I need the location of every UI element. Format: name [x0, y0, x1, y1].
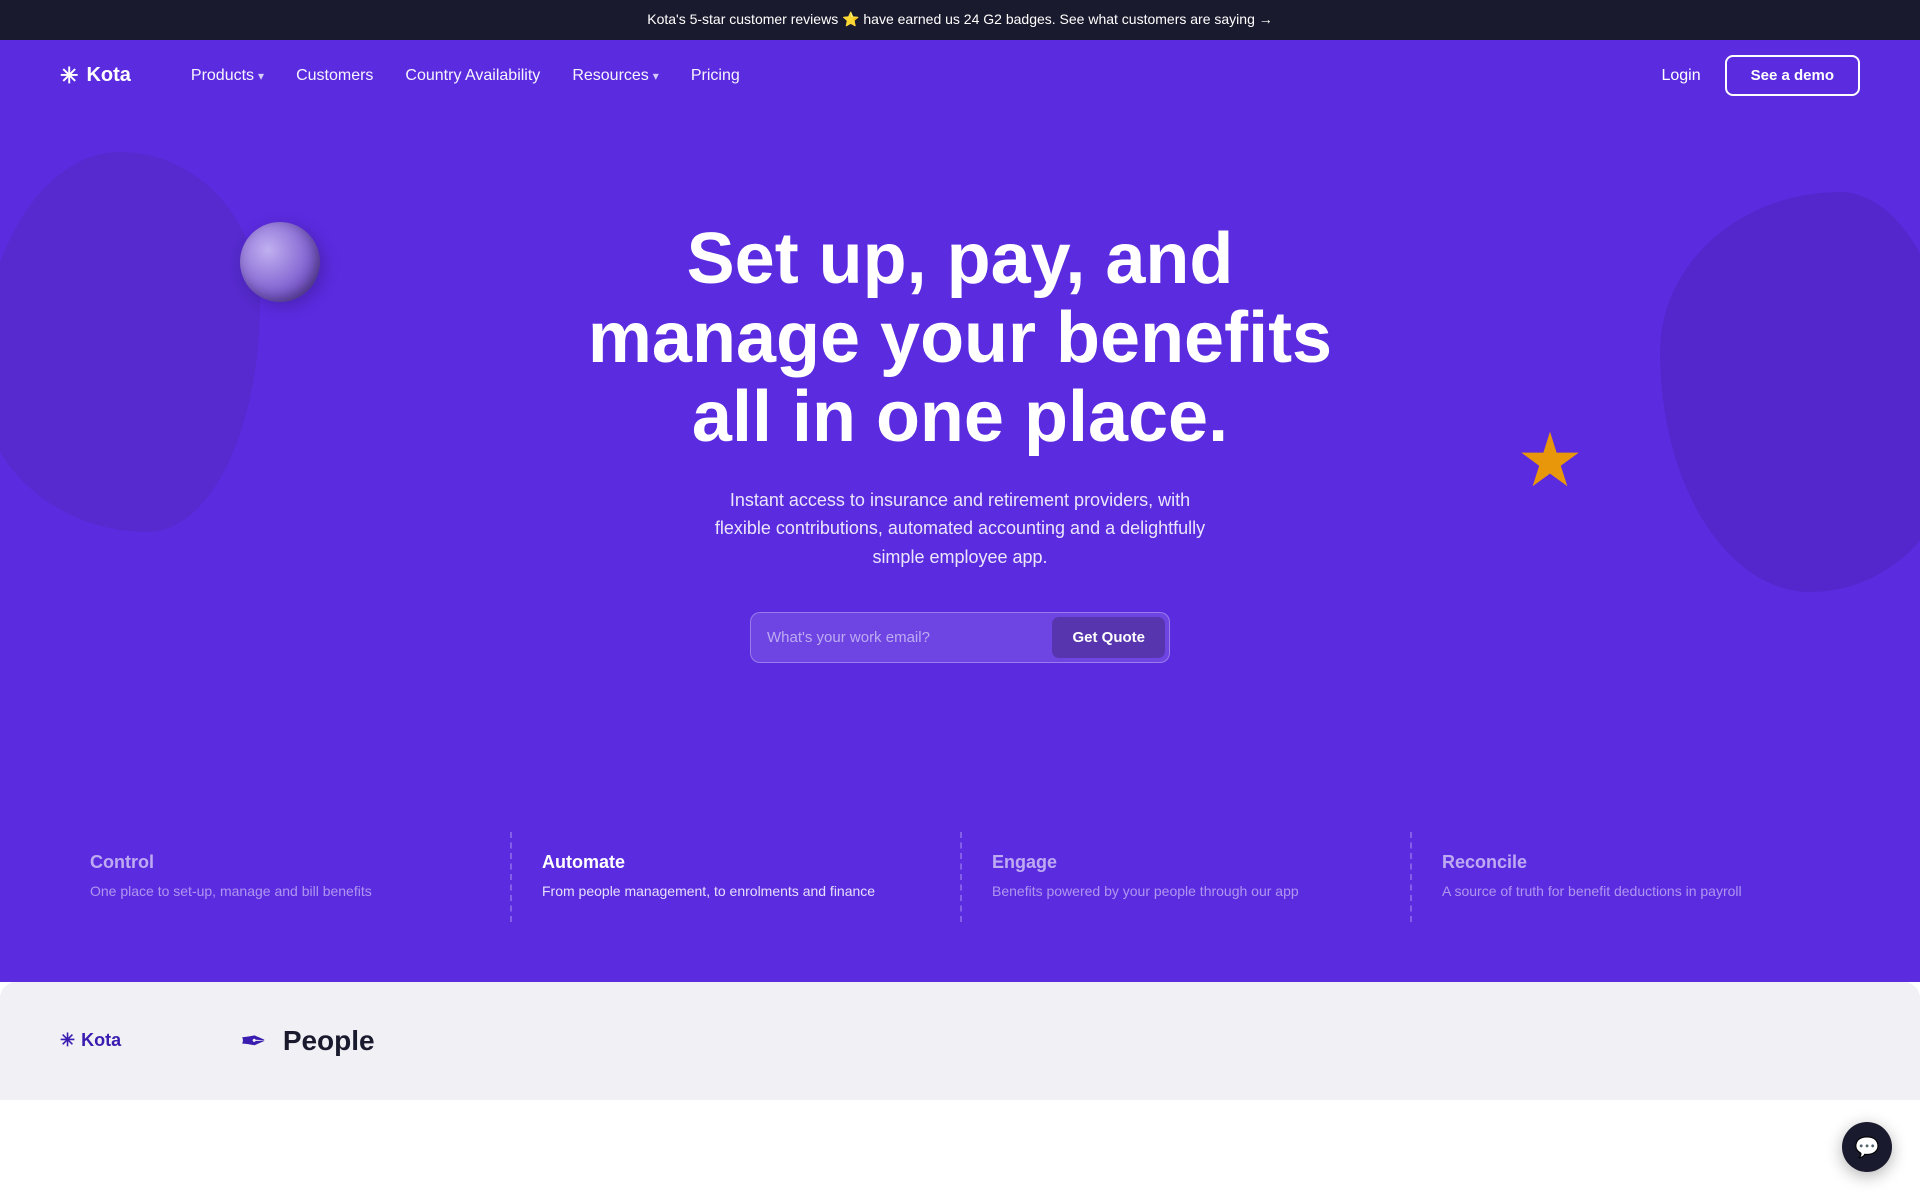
feature-reconcile-desc: A source of truth for benefit deductions…	[1442, 881, 1830, 902]
blob-right-decoration	[1660, 192, 1920, 592]
get-quote-button[interactable]: Get Quote	[1052, 617, 1165, 658]
hero-email-form: Get Quote	[750, 612, 1170, 663]
feature-automate: Automate From people management, to enro…	[510, 832, 960, 922]
feature-engage: Engage Benefits powered by your people t…	[960, 832, 1410, 922]
hero-subtitle: Instant access to insurance and retireme…	[700, 486, 1220, 572]
chevron-down-icon-resources: ▾	[653, 69, 659, 83]
bottom-logo-text: Kota	[81, 1030, 121, 1051]
announcement-text: Kota's 5-star customer reviews ⭐ have ea…	[647, 11, 1273, 27]
feature-reconcile-title: Reconcile	[1442, 852, 1830, 873]
bottom-logo-inner: ✳ Kota	[60, 1030, 121, 1051]
people-section: ✒ People	[240, 1022, 375, 1060]
feature-reconcile: Reconcile A source of truth for benefit …	[1410, 832, 1860, 922]
logo-icon: ✳	[60, 63, 78, 89]
feature-automate-desc: From people management, to enrolments an…	[542, 881, 930, 902]
nav-logo[interactable]: ✳ Kota	[60, 63, 131, 89]
navbar: ✳ Kota Products ▾ Customers Country Avai…	[0, 40, 1920, 112]
feature-control-desc: One place to set-up, manage and bill ben…	[90, 881, 480, 902]
people-title: People	[283, 1025, 375, 1057]
nav-item-products[interactable]: Products ▾	[191, 67, 264, 85]
nav-item-pricing[interactable]: Pricing	[691, 67, 740, 85]
feature-control-title: Control	[90, 852, 480, 873]
announcement-bar: Kota's 5-star customer reviews ⭐ have ea…	[0, 0, 1920, 40]
nav-item-customers[interactable]: Customers	[296, 67, 373, 85]
feature-engage-desc: Benefits powered by your people through …	[992, 881, 1380, 902]
nav-links: Products ▾ Customers Country Availabilit…	[191, 67, 1662, 85]
hero-title: Set up, pay, and manage your benefits al…	[580, 220, 1340, 458]
chevron-down-icon: ▾	[258, 69, 264, 83]
bottom-logo: ✳ Kota	[60, 1030, 200, 1051]
feature-automate-title: Automate	[542, 852, 930, 873]
people-icon: ✒	[240, 1022, 267, 1060]
blob-left-decoration	[0, 152, 260, 532]
chat-button[interactable]: 💬	[1842, 1122, 1892, 1172]
features-strip: Control One place to set-up, manage and …	[0, 792, 1920, 982]
email-input[interactable]	[751, 615, 1048, 660]
feature-control: Control One place to set-up, manage and …	[60, 832, 510, 922]
logo-text: Kota	[86, 64, 130, 87]
feature-engage-title: Engage	[992, 852, 1380, 873]
bottom-section: ✳ Kota ✒ People	[0, 982, 1920, 1100]
hero-section: Set up, pay, and manage your benefits al…	[0, 112, 1920, 792]
see-demo-button[interactable]: See a demo	[1725, 55, 1860, 96]
bottom-logo-icon: ✳	[60, 1030, 75, 1051]
nav-actions: Login See a demo	[1661, 55, 1860, 96]
nav-item-resources[interactable]: Resources ▾	[572, 67, 659, 85]
sphere-decoration	[240, 222, 320, 302]
nav-item-country-availability[interactable]: Country Availability	[405, 67, 540, 85]
login-link[interactable]: Login	[1661, 67, 1700, 85]
starburst-decoration	[1520, 432, 1580, 492]
chat-icon: 💬	[1855, 1135, 1880, 1160]
